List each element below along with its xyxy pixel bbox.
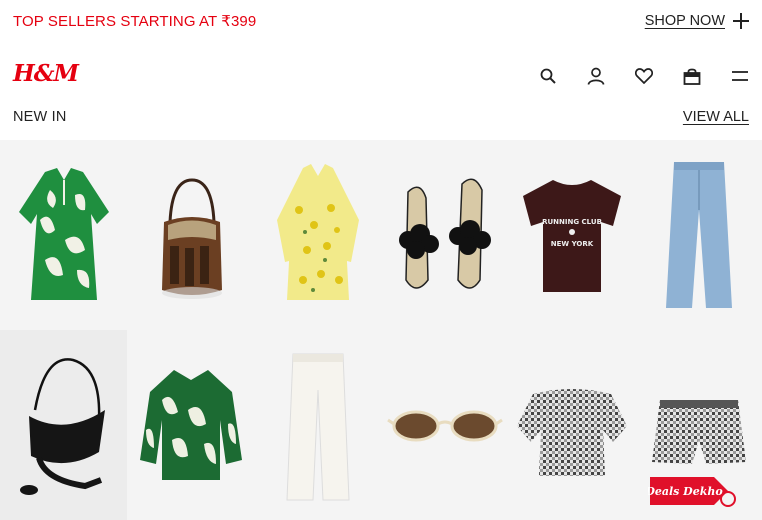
light-blue-jeans-image [665,162,732,308]
product-tile[interactable] [127,330,254,520]
gingham-offshoulder-top-image [516,389,627,476]
white-trousers-image [285,353,350,501]
green-tropical-dress-image [18,168,109,300]
bag-icon[interactable] [682,66,702,86]
badge-text: Deals Dekho [648,485,723,498]
running-club-tshirt-image: RUNNING CLUB NEW YORK [522,180,621,292]
product-tile[interactable] [0,140,127,330]
search-icon[interactable] [538,66,558,86]
product-tile[interactable] [381,330,508,520]
site-header: H&M [0,56,762,96]
black-flower-sandals-image [398,178,491,289]
product-tile[interactable] [508,330,635,520]
product-grid: RUNNING CLUB NEW YORK [0,140,762,520]
section-title: NEW IN [13,109,67,125]
product-tile[interactable] [254,330,381,520]
menu-icon[interactable] [730,66,750,86]
green-print-blouse-image [139,370,242,480]
account-icon[interactable] [586,66,606,86]
sunglasses-image [386,410,503,442]
yellow-floral-dress-image [276,164,359,300]
svg-text:RUNNING CLUB: RUNNING CLUB [542,218,602,226]
product-tile[interactable] [381,140,508,330]
brand-logo[interactable]: H&M [13,60,79,87]
black-shoulder-bag-image [19,358,105,495]
header-icons [538,66,750,86]
shop-now-label: SHOP NOW [644,13,725,29]
product-tile[interactable] [635,140,762,330]
promo-text: TOP SELLERS STARTING AT ₹399 [13,13,257,30]
svg-text:NEW YORK: NEW YORK [550,240,593,248]
shop-now-link[interactable]: SHOP NOW [645,13,749,29]
view-all-link[interactable]: VIEW ALL [683,109,749,125]
product-tile[interactable] [254,140,381,330]
plus-icon [733,13,749,29]
product-tile[interactable] [0,330,127,520]
deals-dekho-badge: Deals Dekho [644,475,740,509]
product-tile[interactable] [127,140,254,330]
favorites-icon[interactable] [634,66,654,86]
product-tile[interactable]: RUNNING CLUB NEW YORK [508,140,635,330]
brown-bucket-bag-image [161,178,222,299]
new-in-section-header: NEW IN VIEW ALL [0,104,762,130]
promo-bar: TOP SELLERS STARTING AT ₹399 SHOP NOW [0,0,762,42]
